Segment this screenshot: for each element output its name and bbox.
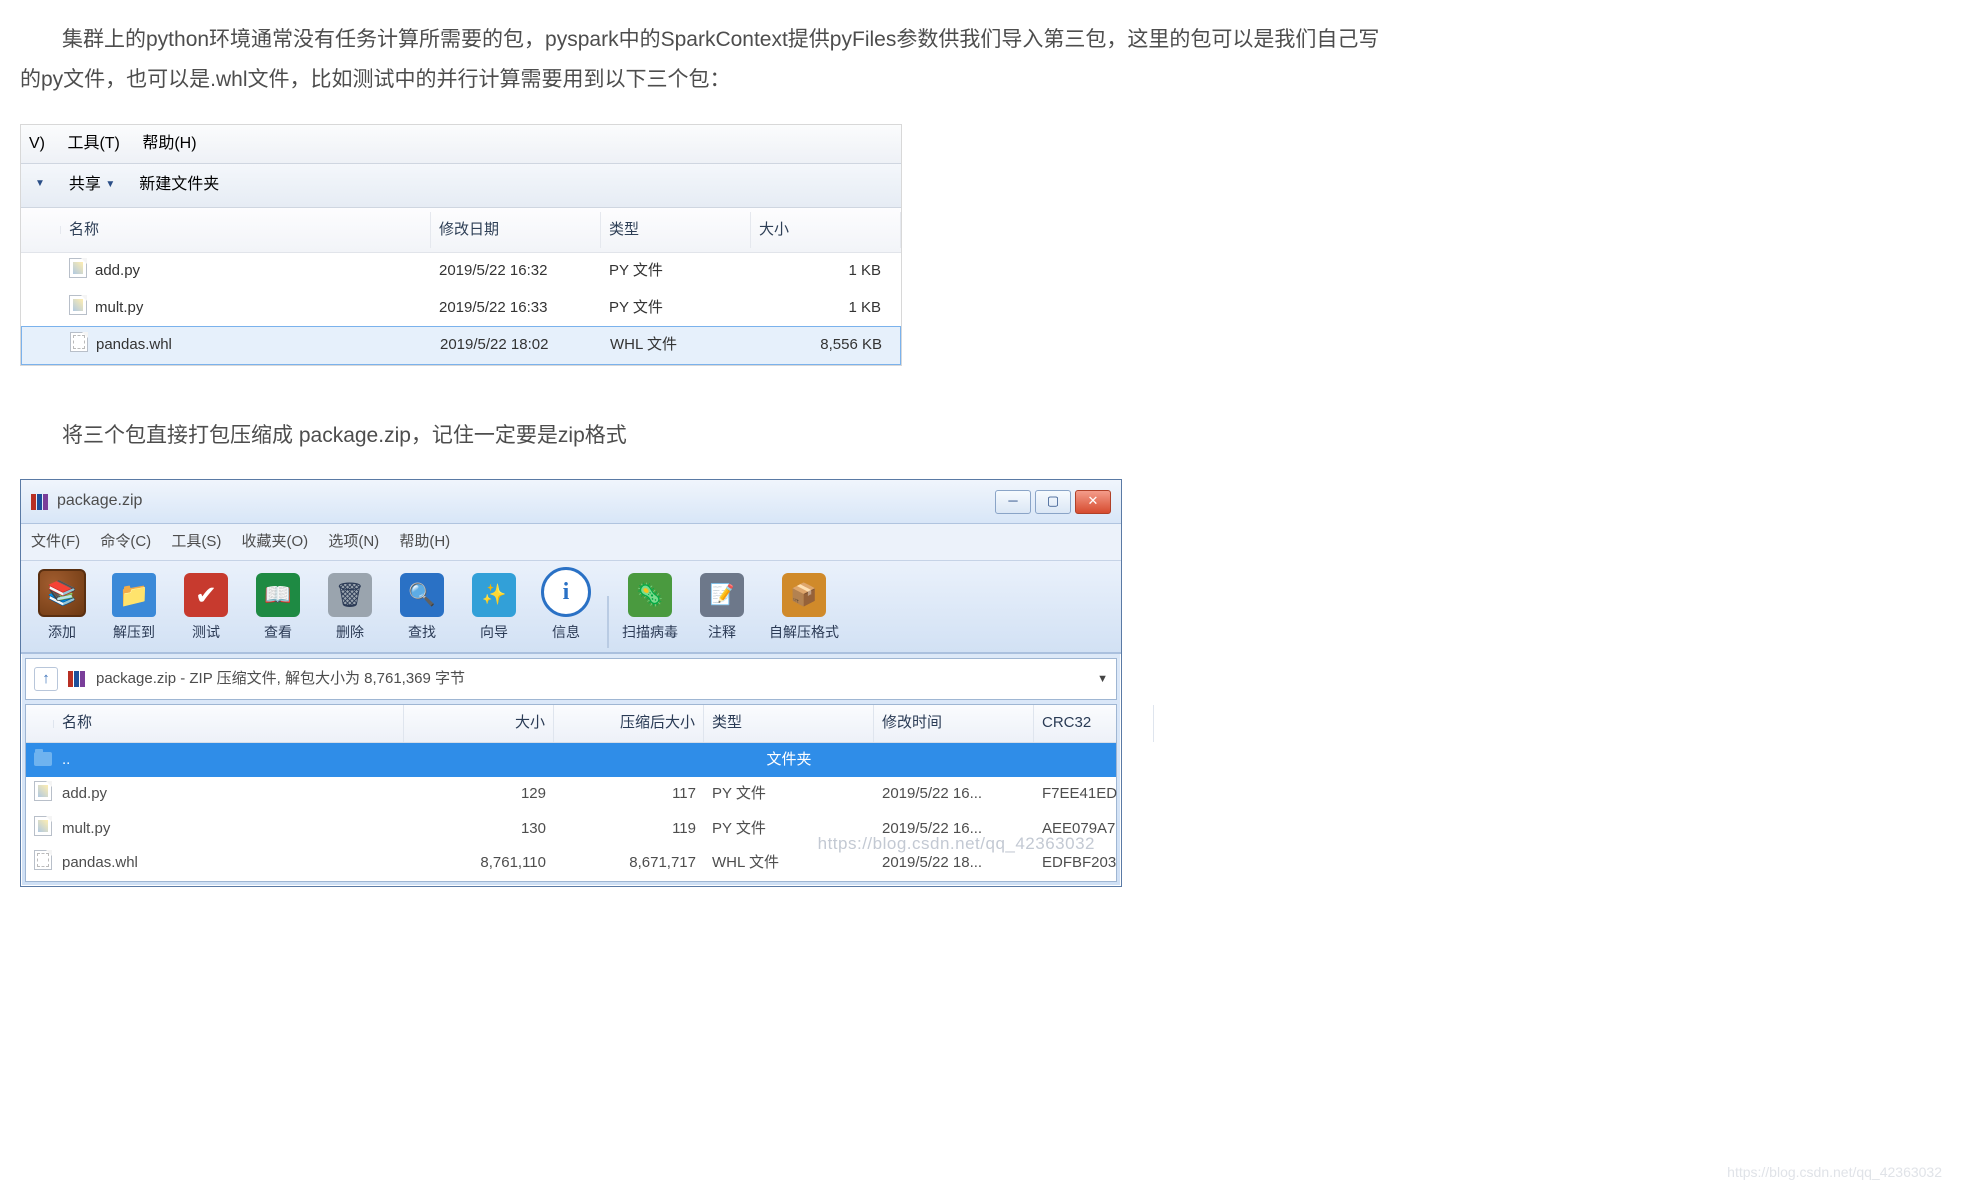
file-row[interactable]: add.py2019/5/22 16:32PY 文件1 KB	[21, 253, 901, 290]
close-button[interactable]: ✕	[1075, 490, 1111, 514]
winrar-pathbar[interactable]: ↑ package.zip - ZIP 压缩文件, 解包大小为 8,761,36…	[25, 658, 1117, 701]
menu-cmd[interactable]: 命令(C)	[100, 533, 151, 550]
ic-add-icon	[38, 569, 86, 617]
minimize-button[interactable]: ─	[995, 490, 1031, 514]
file-icon	[34, 816, 52, 836]
file-icon	[70, 332, 88, 352]
winrar-title-text: package.zip	[57, 486, 142, 516]
up-button[interactable]: ↑	[34, 667, 58, 691]
winrar-toolbar[interactable]: 添加解压到测试查看删除查找向导信息扫描病毒注释自解压格式	[21, 561, 1121, 654]
explorer-window: V) 工具(T) 帮助(H) ▼ 共享 ▼ 新建文件夹 名称 修改日期 类型 大…	[20, 124, 902, 366]
share-button[interactable]: 共享 ▼	[69, 170, 115, 200]
toolbar-查找[interactable]: 查找	[387, 571, 457, 648]
toolbar-separator	[607, 596, 609, 648]
col-date[interactable]: 修改时间	[874, 705, 1034, 742]
archive-path-text: package.zip - ZIP 压缩文件, 解包大小为 8,761,369 …	[96, 665, 465, 694]
ic-info-icon	[541, 567, 591, 617]
maximize-button[interactable]: ▢	[1035, 490, 1071, 514]
winrar-header-row[interactable]: 名称 大小 压缩后大小 类型 修改时间 CRC32	[26, 705, 1116, 743]
archive-file-row[interactable]: mult.py130119PY 文件2019/5/22 16...AEE079A…	[26, 812, 1116, 847]
toolbar-自解压格式[interactable]: 自解压格式	[759, 571, 849, 648]
ic-view-icon	[256, 573, 300, 617]
toolbar-添加[interactable]: 添加	[27, 567, 97, 648]
parent-folder-row[interactable]: .. 文件夹	[26, 743, 1116, 778]
col-name[interactable]: 名称	[54, 705, 404, 742]
col-size[interactable]: 大小	[404, 705, 554, 742]
footer-watermark: https://blog.csdn.net/qq_42363032	[1727, 1159, 1942, 1186]
explorer-menubar[interactable]: V) 工具(T) 帮助(H)	[21, 125, 901, 164]
col-type[interactable]: 类型	[601, 212, 751, 249]
explorer-header-row[interactable]: 名称 修改日期 类型 大小	[21, 208, 901, 254]
toolbar-测试[interactable]: 测试	[171, 571, 241, 648]
path-dropdown-icon[interactable]: ▼	[1097, 669, 1108, 690]
file-icon	[69, 258, 87, 278]
menu-opt[interactable]: 选项(N)	[328, 533, 379, 550]
folder-icon	[34, 752, 52, 766]
new-folder-button[interactable]: 新建文件夹	[139, 170, 219, 200]
ic-test-icon	[184, 573, 228, 617]
org-dropdown-icon[interactable]: ▼	[35, 174, 45, 193]
file-icon	[34, 781, 52, 801]
ic-del-icon	[328, 573, 372, 617]
winrar-titlebar[interactable]: package.zip ─ ▢ ✕	[21, 480, 1121, 523]
menu-v[interactable]: V)	[29, 135, 45, 152]
paragraph-zip: 将三个包直接打包压缩成 package.zip，记住一定要是zip格式	[20, 416, 1380, 456]
ic-cmt-icon	[700, 573, 744, 617]
toolbar-扫描病毒[interactable]: 扫描病毒	[615, 571, 685, 648]
explorer-toolbar[interactable]: ▼ 共享 ▼ 新建文件夹	[21, 164, 901, 207]
winrar-window: package.zip ─ ▢ ✕ 文件(F) 命令(C) 工具(S) 收藏夹(…	[20, 479, 1122, 886]
toolbar-查看[interactable]: 查看	[243, 571, 313, 648]
menu-tool[interactable]: 工具(S)	[171, 533, 221, 550]
menu-fav[interactable]: 收藏夹(O)	[242, 533, 309, 550]
winrar-file-table: 名称 大小 压缩后大小 类型 修改时间 CRC32 .. 文件夹 add.py1…	[25, 704, 1117, 882]
toolbar-向导[interactable]: 向导	[459, 571, 529, 648]
ic-wiz-icon	[472, 573, 516, 617]
col-date[interactable]: 修改日期	[431, 212, 601, 249]
col-packed[interactable]: 压缩后大小	[554, 705, 704, 742]
col-size[interactable]: 大小	[751, 212, 901, 249]
parent-type: 文件夹	[766, 746, 811, 775]
archive-file-row[interactable]: add.py129117PY 文件2019/5/22 16...F7EE41ED	[26, 777, 1116, 812]
ic-extract-icon	[112, 573, 156, 617]
toolbar-删除[interactable]: 删除	[315, 571, 385, 648]
winrar-menubar[interactable]: 文件(F) 命令(C) 工具(S) 收藏夹(O) 选项(N) 帮助(H)	[21, 524, 1121, 562]
col-name[interactable]: 名称	[61, 212, 431, 249]
toolbar-信息[interactable]: 信息	[531, 565, 601, 648]
paragraph-intro: 集群上的python环境通常没有任务计算所需要的包，pyspark中的Spark…	[20, 20, 1380, 100]
parent-name: ..	[54, 743, 404, 778]
archive-icon	[68, 671, 86, 687]
menu-help[interactable]: 帮助(H)	[142, 135, 196, 152]
ic-virus-icon	[628, 573, 672, 617]
col-crc[interactable]: CRC32	[1034, 705, 1154, 742]
file-icon	[69, 295, 87, 315]
winrar-app-icon	[31, 494, 49, 510]
ic-sfx-icon	[782, 573, 826, 617]
menu-tools[interactable]: 工具(T)	[67, 135, 119, 152]
menu-help[interactable]: 帮助(H)	[399, 533, 450, 550]
ic-find-icon	[400, 573, 444, 617]
file-icon	[34, 850, 52, 870]
toolbar-注释[interactable]: 注释	[687, 571, 757, 648]
file-row[interactable]: pandas.whl2019/5/22 18:02WHL 文件8,556 KB	[21, 326, 901, 365]
file-row[interactable]: mult.py2019/5/22 16:33PY 文件1 KB	[21, 290, 901, 327]
menu-file[interactable]: 文件(F)	[31, 533, 80, 550]
col-type[interactable]: 类型	[704, 705, 874, 742]
toolbar-解压到[interactable]: 解压到	[99, 571, 169, 648]
archive-file-row[interactable]: pandas.whl8,761,1108,671,717WHL 文件2019/5…	[26, 846, 1116, 881]
